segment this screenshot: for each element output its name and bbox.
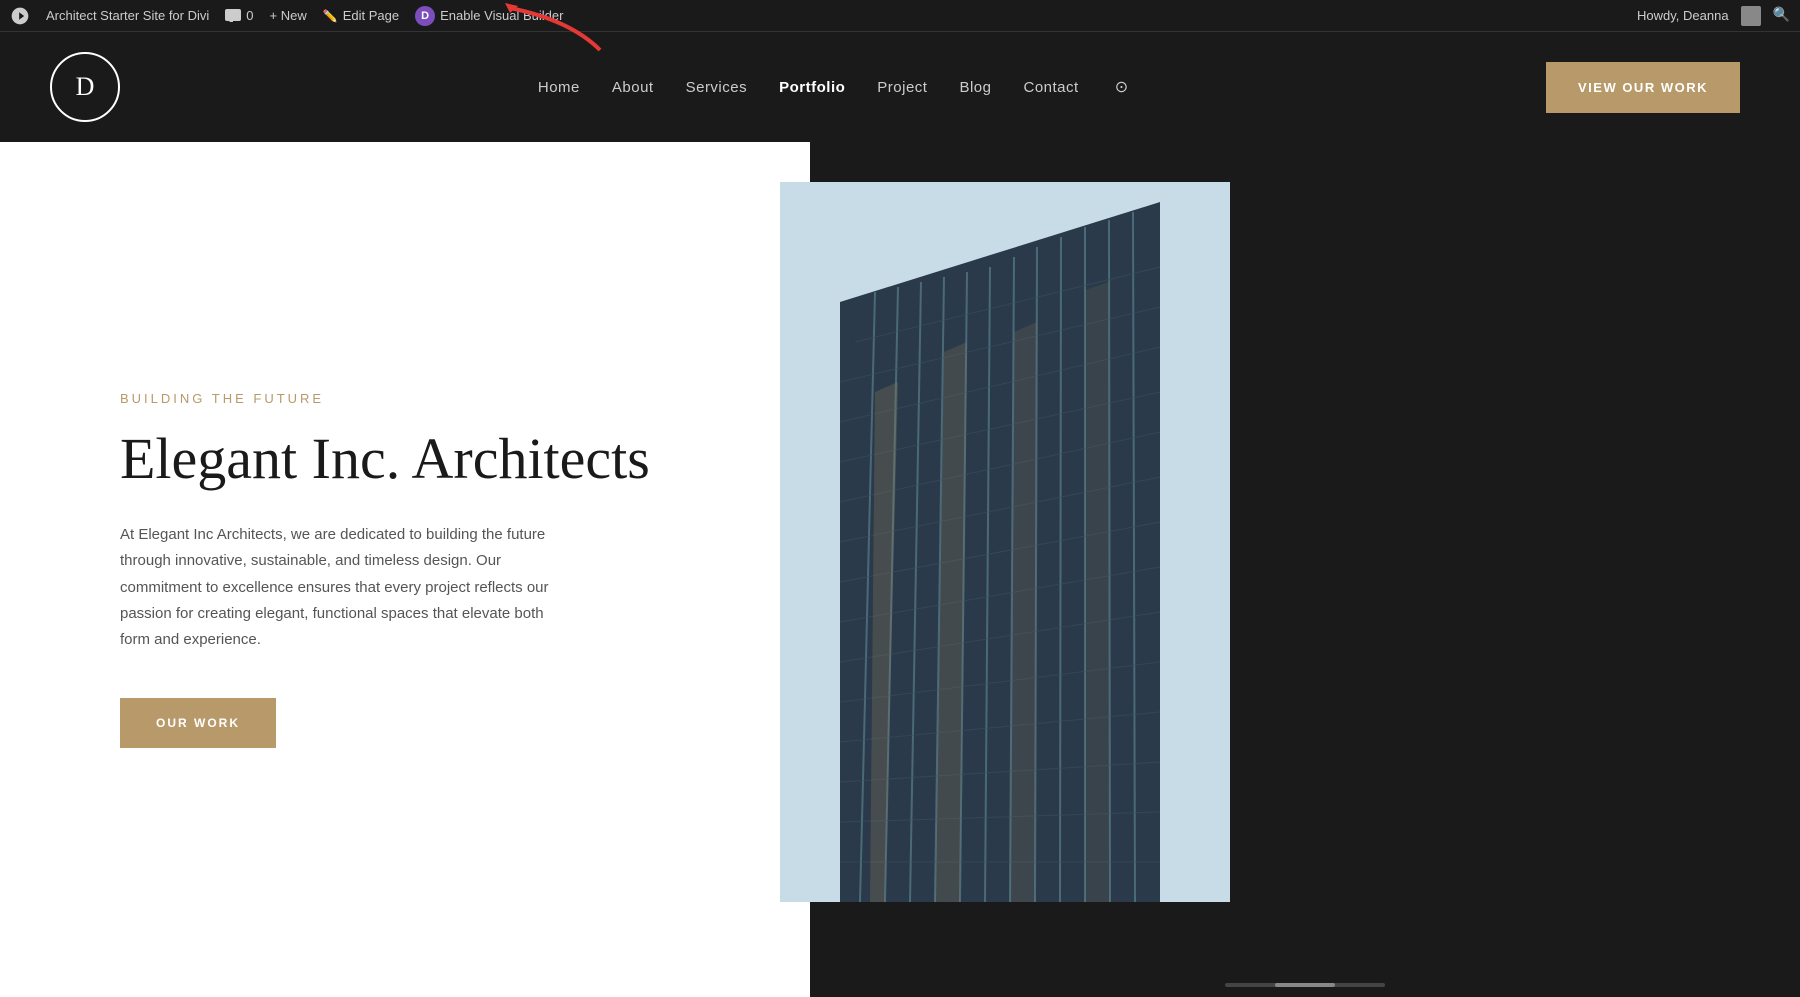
nav-project[interactable]: Project	[877, 79, 927, 96]
enable-vb-text: Enable Visual Builder	[440, 8, 563, 23]
nav-blog[interactable]: Blog	[959, 79, 991, 96]
site-logo-wrap[interactable]: D	[50, 52, 120, 122]
user-avatar	[1741, 6, 1761, 26]
view-our-work-button[interactable]: VIEW OUR WORK	[1546, 62, 1740, 113]
admin-search-icon[interactable]: 🔍	[1773, 7, 1790, 24]
site-nav: Home About Services Portfolio Project Bl…	[538, 77, 1128, 97]
site-name-item[interactable]: Architect Starter Site for Divi	[46, 8, 209, 23]
nav-portfolio[interactable]: Portfolio	[779, 79, 845, 96]
hero-right-panel	[810, 142, 1800, 997]
howdy-text: Howdy, Deanna	[1637, 8, 1729, 23]
edit-page-label: Edit Page	[343, 8, 399, 23]
site-logo-circle: D	[50, 52, 120, 122]
nav-home[interactable]: Home	[538, 79, 580, 96]
comments-item[interactable]: 0	[225, 8, 253, 23]
site-name-text: Architect Starter Site for Divi	[46, 8, 209, 23]
site-header: D Home About Services Portfolio Project …	[0, 32, 1800, 142]
new-label: + New	[270, 8, 307, 23]
nav-about[interactable]: About	[612, 79, 654, 96]
building-image	[780, 182, 1230, 902]
scrollbar[interactable]	[1225, 983, 1385, 987]
nav-services[interactable]: Services	[686, 79, 748, 96]
nav-contact[interactable]: Contact	[1024, 79, 1079, 96]
hero-heading: Elegant Inc. Architects	[120, 426, 730, 493]
divi-badge: D	[415, 6, 435, 26]
hero-description: At Elegant Inc Architects, we are dedica…	[120, 522, 560, 653]
nav-search-icon[interactable]: ⊙	[1115, 77, 1128, 97]
hero-left-panel: BUILDING THE FUTURE Elegant Inc. Archite…	[0, 142, 810, 997]
main-content: BUILDING THE FUTURE Elegant Inc. Archite…	[0, 142, 1800, 997]
hero-subtitle: BUILDING THE FUTURE	[120, 391, 730, 406]
wp-admin-bar: Architect Starter Site for Divi 0 + New …	[0, 0, 1800, 32]
edit-page-item[interactable]: ✏️ Edit Page	[323, 8, 399, 23]
wp-logo-item[interactable]	[10, 6, 30, 26]
our-work-button[interactable]: OUR WORK	[120, 698, 276, 748]
new-item[interactable]: + New	[270, 8, 307, 23]
enable-vb-item[interactable]: D Enable Visual Builder	[415, 6, 563, 26]
comments-count: 0	[246, 8, 253, 23]
scrollbar-thumb[interactable]	[1275, 983, 1335, 987]
